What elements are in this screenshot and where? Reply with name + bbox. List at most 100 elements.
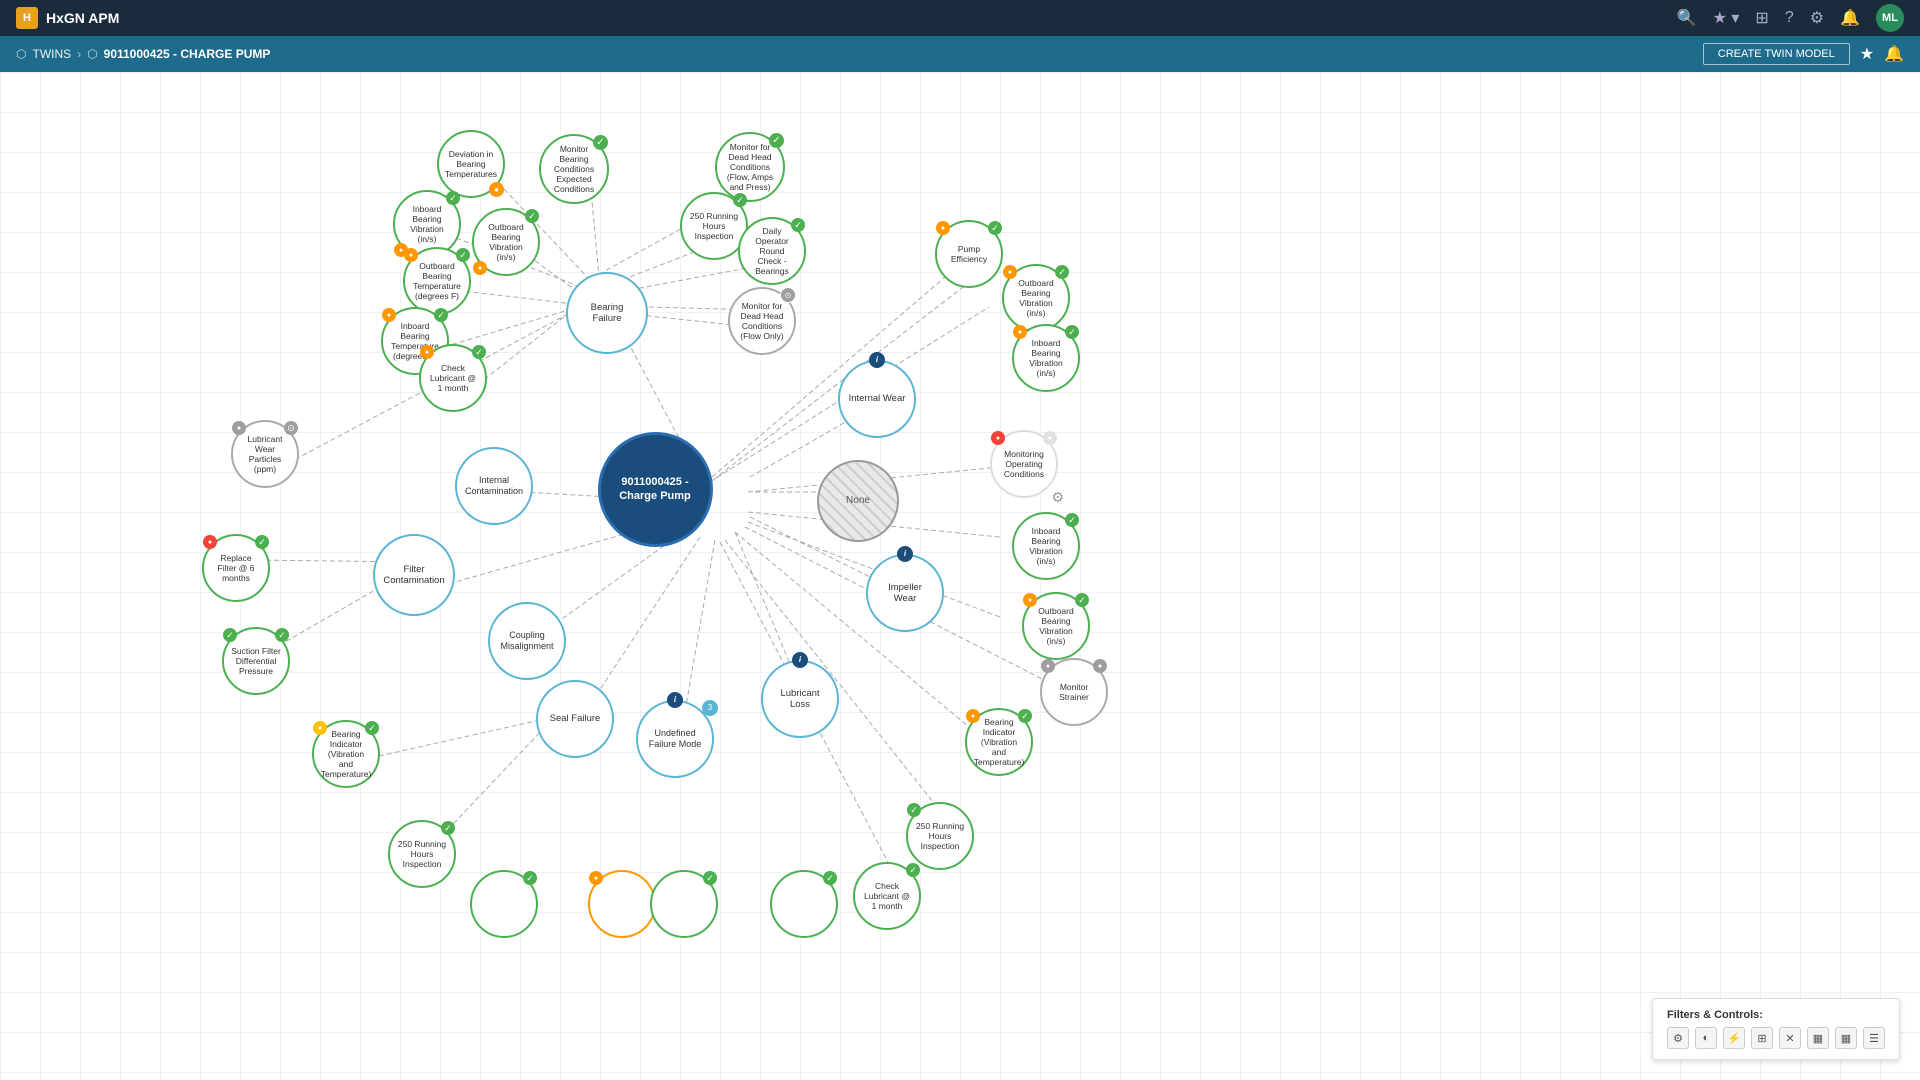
filter-btn-half[interactable]: ◐	[1695, 1027, 1717, 1049]
filter-btn-expand[interactable]: ⊞	[1751, 1027, 1773, 1049]
coupling-misalignment-label: Coupling Misalignment	[498, 630, 556, 652]
node-outboard-vib-3[interactable]: ✓ ● Outboard Bearing Vibration (in/s)	[1022, 592, 1090, 660]
dead-head-flow-badge: ⊙	[780, 287, 796, 303]
undefined-counter: 3	[702, 700, 718, 716]
node-daily-operator[interactable]: ✓ Daily Operator Round Check - Bearings	[738, 217, 806, 285]
bearing-indicator-label-2: Bearing Indicator (Vibration and Tempera…	[974, 717, 1025, 767]
node-check-lubricant-2[interactable]: ✓ Check Lubricant @ 1 month	[853, 862, 921, 930]
node-pump-efficiency[interactable]: ✓ ● Pump Efficiency	[935, 220, 1003, 288]
node-internal-contamination[interactable]: Internal Contamination	[455, 447, 533, 525]
node-bottom-4[interactable]: ✓	[770, 870, 838, 938]
node-monitoring-operating[interactable]: ● ● Monitoring Operating Conditions ⚙	[990, 430, 1058, 498]
node-undefined-failure[interactable]: i 3 Undefined Failure Mode	[636, 700, 714, 778]
node-deviation-bearing[interactable]: ● Deviation in Bearing Temperatures	[437, 130, 505, 198]
breadcrumb-current: 9011000425 - CHARGE PUMP	[104, 47, 271, 61]
bearing-indicator-label-1: Bearing Indicator (Vibration and Tempera…	[321, 729, 372, 779]
filters-label: Filters & Controls:	[1667, 1009, 1885, 1021]
filter-btn-cross[interactable]: ✕	[1779, 1027, 1801, 1049]
node-seal-failure[interactable]: Seal Failure	[536, 680, 614, 758]
node-lubricant-loss[interactable]: i Lubricant Loss	[761, 660, 839, 738]
node-monitor-bearing-expected[interactable]: ✓ Monitor Bearing Conditions Expected Co…	[539, 134, 609, 204]
node-outboard-vib-2[interactable]: ✓ ● Outboard Bearing Vibration (in/s)	[1002, 264, 1070, 332]
filter-btn-list[interactable]: ☰	[1863, 1027, 1885, 1049]
node-monitor-strainer[interactable]: ● ● Monitor Strainer	[1040, 658, 1108, 726]
node-lubricant-wear[interactable]: ● ⊙ Lubricant Wear Particles (ppm)	[231, 420, 299, 488]
node-inboard-vib-3[interactable]: ✓ Inboard Bearing Vibration (in/s)	[1012, 512, 1080, 580]
suction-filter-check: ✓	[275, 628, 289, 642]
filter-icons-row: ⚙ ◐ ⚡ ⊞ ✕ ▦ ▦ ☰	[1667, 1027, 1885, 1049]
node-check-lubricant-1[interactable]: ✓ ● Check Lubricant @ 1 month	[419, 344, 487, 412]
create-twin-button[interactable]: CREATE TWIN MODEL	[1703, 43, 1850, 65]
node-bottom-3[interactable]: ✓	[650, 870, 718, 938]
check-lub-check-1: ✓	[472, 345, 486, 359]
user-avatar[interactable]: ML	[1876, 4, 1904, 32]
undefined-failure-label: Undefined Failure Mode	[646, 728, 704, 750]
breadcrumb-twins[interactable]: TWINS	[32, 47, 71, 61]
outboard-vib-label-3: Outboard Bearing Vibration (in/s)	[1031, 606, 1081, 646]
inboard-vib-label-1: Inboard Bearing Vibration (in/s)	[402, 204, 452, 244]
dead-head-full-label: Monitor for Dead Head Conditions (Flow, …	[724, 142, 776, 192]
node-250-hours-2[interactable]: ✓ 250 Running Hours Inspection	[388, 820, 456, 888]
pump-eff-check: ✓	[988, 221, 1002, 235]
bottom4-check: ✓	[823, 871, 837, 885]
bearing-failure-label: Bearing Failure	[576, 302, 638, 325]
node-suction-filter[interactable]: ✓ ✓ Suction Filter Differential Pressure	[222, 627, 290, 695]
filter-btn-gear[interactable]: ⚙	[1667, 1027, 1689, 1049]
dead-head-flow-label: Monitor for Dead Head Conditions (Flow O…	[737, 301, 787, 341]
daily-check: ✓	[791, 218, 805, 232]
node-outboard-vib-1[interactable]: ✓ ● Outboard Bearing Vibration (in/s)	[472, 208, 540, 276]
top-bar: H HxGN APM 🔍 ★ ▾ ⊞ ? ⚙ 🔔 ML	[0, 0, 1920, 36]
favorite-nav-icon[interactable]: ★	[1860, 44, 1874, 64]
daily-operator-label: Daily Operator Round Check - Bearings	[747, 226, 797, 276]
node-coupling-misalignment[interactable]: Coupling Misalignment	[488, 602, 566, 680]
center-node[interactable]: 9011000425 - Charge Pump	[595, 432, 715, 547]
star-icon[interactable]: ★ ▾	[1713, 8, 1740, 28]
inboard-vib-check-2: ✓	[1065, 325, 1079, 339]
filter-btn-grid1[interactable]: ▦	[1807, 1027, 1829, 1049]
node-outboard-temp[interactable]: ✓ ● Outboard Bearing Temperature (degree…	[403, 247, 471, 315]
impeller-wear-label: Impeller Wear	[876, 582, 934, 605]
node-internal-wear[interactable]: i Internal Wear	[838, 360, 916, 438]
inboard-temp-check: ✓	[434, 308, 448, 322]
center-node-label: 9011000425 - Charge Pump	[613, 476, 698, 502]
node-250-hours-3[interactable]: ✓ 250 Running Hours Inspection	[906, 802, 974, 870]
node-inboard-vib-2[interactable]: ✓ ● Inboard Bearing Vibration (in/s)	[1012, 324, 1080, 392]
bottom2-orange: ●	[589, 871, 603, 885]
strainer-gray-l: ●	[1041, 659, 1055, 673]
replace-filter-check: ✓	[255, 535, 269, 549]
node-bearing-indicator-2[interactable]: ✓ ● Bearing Indicator (Vibration and Tem…	[965, 708, 1033, 776]
outboard-vib-check-1: ✓	[525, 209, 539, 223]
settings-icon[interactable]: ⚙	[1810, 8, 1824, 28]
outboard-vib-label-2: Outboard Bearing Vibration (in/s)	[1011, 278, 1061, 318]
search-icon[interactable]: 🔍	[1677, 8, 1697, 28]
filter-contamination-label: Filter Contamination	[383, 564, 445, 587]
node-bearing-indicator-1[interactable]: ✓ ● Bearing Indicator (Vibration and Tem…	[312, 720, 380, 788]
inboard-vib-check-1: ✓	[446, 191, 460, 205]
outboard-vib-label-1: Outboard Bearing Vibration (in/s)	[481, 222, 531, 262]
deviation-orange-dot: ●	[489, 182, 504, 197]
suction-filter-label: Suction Filter Differential Pressure	[231, 646, 281, 676]
monitoring-gear-icon: ⚙	[1051, 489, 1064, 506]
filter-btn-grid2[interactable]: ▦	[1835, 1027, 1857, 1049]
node-filter-contamination[interactable]: Filter Contamination	[373, 534, 455, 616]
notifications-icon[interactable]: 🔔	[1840, 8, 1860, 28]
outboard-temp-check: ✓	[456, 248, 470, 262]
apps-icon[interactable]: ⊞	[1755, 8, 1768, 28]
bell-nav-icon[interactable]: 🔔	[1884, 44, 1904, 64]
lubricant-loss-label: Lubricant Loss	[771, 688, 829, 711]
none-label: None	[846, 495, 870, 507]
node-monitor-dead-head-flow[interactable]: ⊙ Monitor for Dead Head Conditions (Flow…	[728, 287, 796, 355]
filter-btn-bolt[interactable]: ⚡	[1723, 1027, 1745, 1049]
outboard-vib-orange-2: ●	[1003, 265, 1017, 279]
node-impeller-wear[interactable]: i Impeller Wear	[866, 554, 944, 632]
help-icon[interactable]: ?	[1785, 9, 1794, 27]
strainer-gray-r: ●	[1093, 659, 1107, 673]
node-bearing-failure[interactable]: Bearing Failure	[566, 272, 648, 354]
node-replace-filter[interactable]: ✓ ● Replace Filter @ 6 months	[202, 534, 270, 602]
node-bottom-2[interactable]: ●	[588, 870, 656, 938]
node-bottom-1[interactable]: ✓	[470, 870, 538, 938]
seal-failure-label: Seal Failure	[550, 713, 601, 724]
pump-eff-orange: ●	[936, 221, 950, 235]
node-none[interactable]: None	[817, 460, 899, 542]
250-hours-label-1: 250 Running Hours Inspection	[689, 211, 739, 241]
